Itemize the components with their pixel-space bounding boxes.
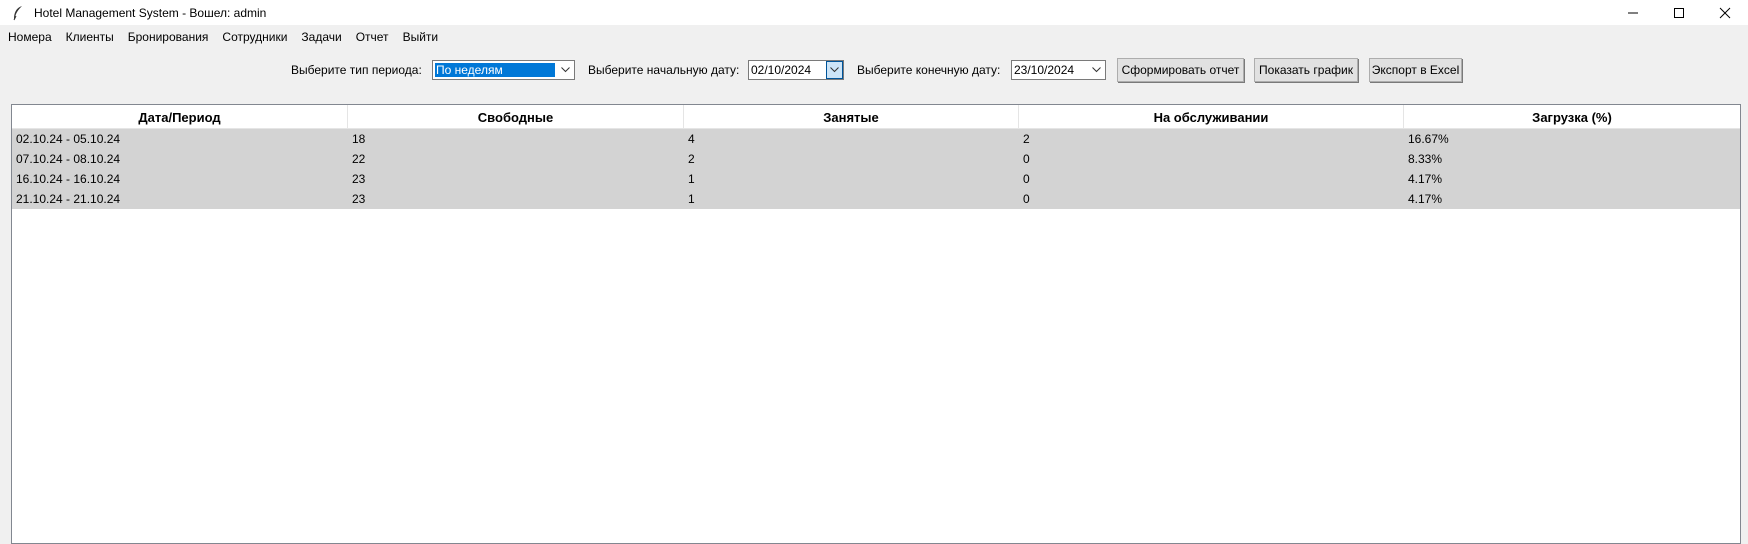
column-header-occupied[interactable]: Занятые: [684, 105, 1019, 129]
end-date-label: Выберите конечную дату:: [857, 63, 1001, 77]
maximize-icon: [1674, 7, 1684, 18]
export-excel-button[interactable]: Экспорт в Excel: [1369, 58, 1462, 82]
menu-logout[interactable]: Выйти: [396, 27, 446, 47]
minimize-button[interactable]: [1610, 0, 1656, 25]
generate-report-button[interactable]: Сформировать отчет: [1117, 58, 1244, 82]
chevron-down-icon[interactable]: [557, 61, 574, 79]
menu-bar: Номера Клиенты Бронирования Сотрудники З…: [0, 27, 1748, 47]
period-type-label: Выберите тип периода:: [291, 63, 422, 77]
cell-period: 07.10.24 - 08.10.24: [16, 152, 121, 166]
end-date-select[interactable]: 23/10/2024: [1011, 60, 1106, 80]
cell-period: 21.10.24 - 21.10.24: [16, 192, 121, 206]
table-row[interactable]: 07.10.24 - 08.10.24 22 2 0 8.33%: [12, 149, 1740, 169]
end-date-value: 23/10/2024: [1014, 63, 1075, 77]
cell-load: 4.17%: [1408, 172, 1443, 186]
menu-bookings[interactable]: Бронирования: [121, 27, 216, 47]
start-date-label: Выберите начальную дату:: [588, 63, 740, 77]
column-header-maintenance[interactable]: На обслуживании: [1019, 105, 1404, 129]
chevron-down-icon[interactable]: [826, 61, 843, 79]
cell-occupied: 2: [688, 152, 695, 166]
title-bar[interactable]: Hotel Management System - Вошел: admin: [0, 0, 1748, 25]
minimize-icon: [1628, 12, 1638, 13]
start-date-value: 02/10/2024: [751, 63, 812, 77]
chevron-down-icon[interactable]: [1088, 61, 1105, 79]
menu-report[interactable]: Отчет: [349, 27, 396, 47]
cell-maintenance: 0: [1023, 192, 1030, 206]
menu-rooms[interactable]: Номера: [0, 27, 59, 47]
start-date-select[interactable]: 02/10/2024: [748, 60, 844, 80]
menu-tasks[interactable]: Задачи: [294, 27, 348, 47]
window-title: Hotel Management System - Вошел: admin: [34, 5, 267, 20]
table-row[interactable]: 21.10.24 - 21.10.24 23 1 0 4.17%: [12, 189, 1740, 209]
period-type-select[interactable]: По неделям: [432, 60, 575, 80]
cell-occupied: 1: [688, 172, 695, 186]
cell-maintenance: 0: [1023, 172, 1030, 186]
menu-clients[interactable]: Клиенты: [59, 27, 121, 47]
table-row[interactable]: 02.10.24 - 05.10.24 18 4 2 16.67%: [12, 129, 1740, 149]
period-type-value: По неделям: [434, 62, 556, 78]
cell-free: 23: [352, 172, 366, 186]
close-button[interactable]: [1702, 0, 1748, 25]
column-header-load[interactable]: Загрузка (%): [1404, 105, 1740, 129]
cell-free: 23: [352, 192, 366, 206]
cell-load: 4.17%: [1408, 192, 1443, 206]
table-row[interactable]: 16.10.24 - 16.10.24 23 1 0 4.17%: [12, 169, 1740, 189]
maximize-button[interactable]: [1656, 0, 1702, 25]
cell-occupied: 1: [688, 192, 695, 206]
cell-load: 16.67%: [1408, 132, 1449, 146]
feather-icon: [10, 5, 26, 21]
cell-maintenance: 2: [1023, 132, 1030, 146]
report-toolbar: Выберите тип периода: По неделям Выберит…: [0, 58, 1748, 84]
menu-employees[interactable]: Сотрудники: [215, 27, 294, 47]
cell-period: 16.10.24 - 16.10.24: [16, 172, 121, 186]
show-chart-button[interactable]: Показать график: [1254, 58, 1358, 82]
cell-period: 02.10.24 - 05.10.24: [16, 132, 121, 146]
column-header-free[interactable]: Свободные: [348, 105, 684, 129]
cell-free: 22: [352, 152, 366, 166]
column-header-period[interactable]: Дата/Период: [12, 105, 348, 129]
cell-maintenance: 0: [1023, 152, 1030, 166]
close-icon: [1719, 7, 1731, 18]
cell-occupied: 4: [688, 132, 695, 146]
report-table[interactable]: Дата/Период Свободные Занятые На обслужи…: [11, 104, 1741, 544]
cell-free: 18: [352, 132, 366, 146]
app-window: Hotel Management System - Вошел: admin Н…: [0, 0, 1748, 544]
cell-load: 8.33%: [1408, 152, 1443, 166]
table-header: Дата/Период Свободные Занятые На обслужи…: [12, 105, 1740, 129]
